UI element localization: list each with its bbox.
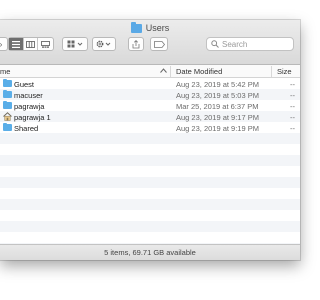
empty-row — [0, 166, 300, 177]
item-size: -- — [290, 123, 295, 133]
forward-button[interactable]: › — [0, 37, 8, 51]
empty-row — [0, 232, 300, 243]
action-button[interactable] — [92, 37, 116, 51]
item-name: Shared — [14, 123, 39, 133]
search-field[interactable]: Search — [206, 37, 294, 51]
empty-row — [0, 155, 300, 166]
empty-row — [0, 210, 300, 221]
column-divider[interactable] — [170, 66, 171, 77]
tag-icon — [153, 40, 165, 48]
search-icon — [211, 40, 219, 48]
list-view-icon[interactable] — [9, 38, 24, 50]
status-bar: 5 items, 69.71 GB available — [0, 244, 300, 260]
item-name: pagrawja 1 — [14, 112, 51, 122]
chevron-up-icon — [160, 68, 167, 73]
finder-window: Users › — [0, 20, 300, 260]
list-item[interactable]: pagrawja 1 Aug 23, 2019 at 9:17 PM -- — [0, 111, 300, 122]
toolbar: › — [0, 37, 300, 53]
folder-icon — [130, 21, 142, 33]
column-header: me Date Modified Size — [0, 65, 300, 78]
item-size: -- — [290, 101, 295, 111]
file-list: Guest Aug 23, 2019 at 5:42 PM -- macuser… — [0, 78, 300, 254]
date-column-header[interactable]: Date Modified — [176, 67, 222, 76]
item-size: -- — [290, 90, 295, 100]
folder-icon — [3, 78, 12, 87]
item-size: -- — [290, 112, 295, 122]
list-item[interactable]: Shared Aug 23, 2019 at 9:19 PM -- — [0, 122, 300, 133]
item-name: Guest — [14, 79, 35, 89]
list-item[interactable]: macuser Aug 23, 2019 at 5:03 PM -- — [0, 89, 300, 100]
name-column-header[interactable]: me — [0, 67, 10, 76]
group-icon — [67, 40, 83, 48]
folder-icon — [3, 89, 12, 98]
status-text: 5 items, 69.71 GB available — [104, 248, 196, 257]
search-placeholder: Search — [222, 39, 248, 49]
column-divider[interactable] — [271, 66, 272, 77]
size-column-header[interactable]: Size — [277, 67, 292, 76]
share-icon — [132, 39, 140, 48]
empty-row — [0, 221, 300, 232]
item-date: Aug 23, 2019 at 9:17 PM — [176, 112, 259, 122]
item-date: Mar 25, 2019 at 6:37 PM — [176, 101, 259, 111]
folder-icon — [3, 122, 12, 131]
gear-icon — [96, 40, 111, 48]
item-date: Aug 23, 2019 at 5:42 PM — [176, 79, 259, 89]
item-name: macuser — [14, 90, 43, 100]
empty-row — [0, 177, 300, 188]
empty-row — [0, 144, 300, 155]
share-button[interactable] — [128, 37, 144, 51]
home-folder-icon — [3, 112, 12, 121]
group-button[interactable] — [62, 37, 88, 51]
empty-row — [0, 133, 300, 144]
tag-button[interactable] — [150, 37, 168, 51]
folder-icon — [3, 100, 12, 109]
window-title-text: Users — [145, 23, 170, 33]
chevron-right-icon: › — [0, 38, 7, 50]
item-date: Aug 23, 2019 at 5:03 PM — [176, 90, 259, 100]
title-toolbar-area: Users › — [0, 20, 300, 65]
view-mode-control[interactable] — [8, 37, 54, 51]
empty-row — [0, 199, 300, 210]
column-view-icon[interactable] — [24, 38, 39, 50]
item-date: Aug 23, 2019 at 9:19 PM — [176, 123, 259, 133]
list-item[interactable]: Guest Aug 23, 2019 at 5:42 PM -- — [0, 78, 300, 89]
item-name: pagrawja — [14, 101, 45, 111]
gallery-view-icon[interactable] — [38, 38, 53, 50]
item-size: -- — [290, 79, 295, 89]
empty-row — [0, 188, 300, 199]
window-title: Users — [0, 21, 300, 33]
list-item[interactable]: pagrawja Mar 25, 2019 at 6:37 PM -- — [0, 100, 300, 111]
